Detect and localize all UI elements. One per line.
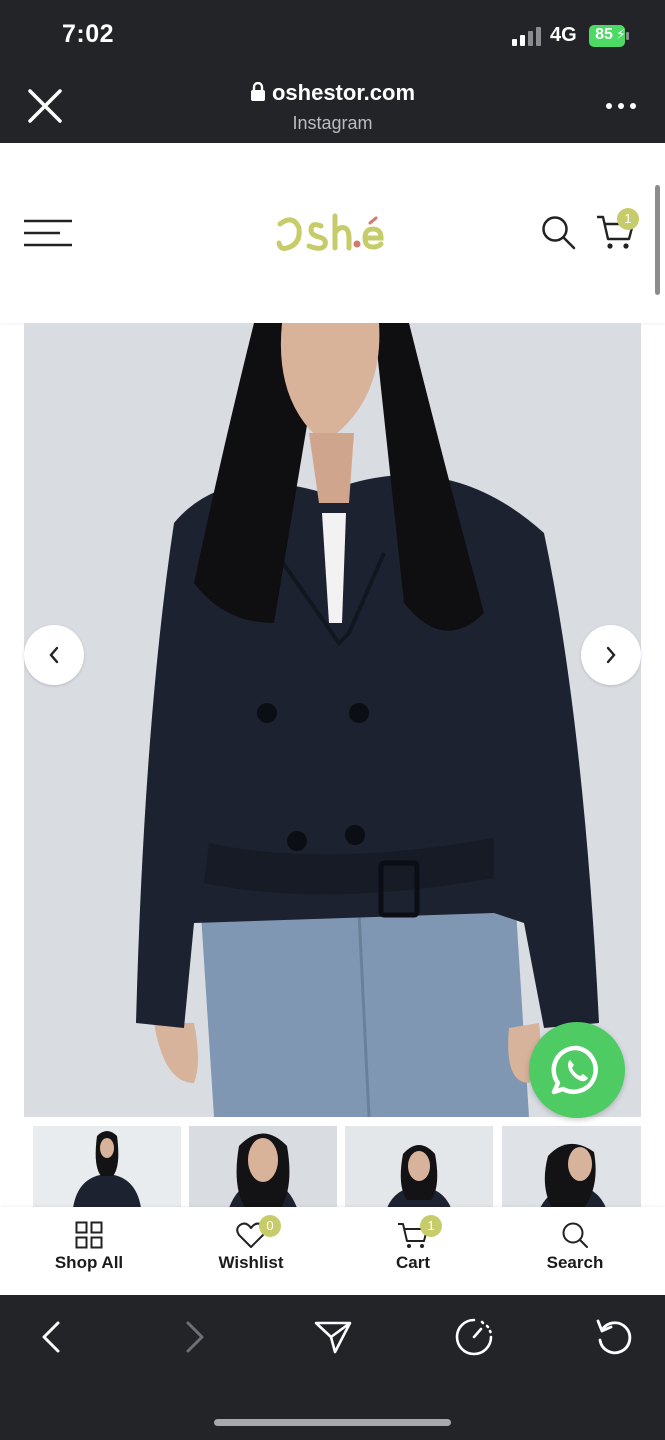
search-icon [562, 1222, 588, 1248]
shop-all-label: Shop All [54, 1253, 124, 1272]
scrollbar[interactable] [655, 185, 660, 295]
wishlist-count-badge: 0 [259, 1215, 281, 1237]
speed-timer-icon[interactable] [452, 1315, 496, 1359]
url-text: oshestor.com [271, 80, 416, 105]
signal-icon [512, 27, 541, 46]
search-tab[interactable]: Search [515, 1207, 635, 1295]
whatsapp-chat-button[interactable] [529, 1022, 625, 1118]
wishlist-label: Wishlist [218, 1253, 284, 1272]
forward-arrow-icon[interactable] [172, 1315, 216, 1359]
shop-all-tab[interactable]: Shop All [29, 1207, 149, 1295]
product-thumbnail[interactable] [502, 1126, 641, 1208]
wishlist-tab[interactable]: Wishlist [191, 1207, 311, 1295]
whatsapp-icon [551, 1045, 598, 1095]
search-icon[interactable] [540, 214, 576, 250]
product-image [24, 323, 641, 1117]
product-thumbnail[interactable] [345, 1126, 493, 1208]
chevron-left-icon [49, 646, 59, 664]
share-send-icon[interactable] [311, 1315, 355, 1359]
hamburger-menu-icon[interactable] [24, 219, 72, 247]
battery-level: 85 [595, 26, 613, 43]
charging-bolt-icon: ⚡ [616, 26, 626, 42]
next-image-button[interactable] [581, 625, 641, 685]
previous-image-button[interactable] [24, 625, 84, 685]
network-type: 4G [550, 24, 577, 46]
close-icon[interactable] [27, 88, 63, 124]
lock-icon [250, 82, 265, 101]
url-bar[interactable]: oshestor.com [200, 80, 465, 106]
cart-count-badge: 1 [617, 208, 639, 230]
home-indicator [214, 1419, 451, 1426]
grid-icon [75, 1221, 103, 1249]
chevron-right-icon [606, 646, 616, 664]
cart-tab[interactable]: Cart [353, 1207, 473, 1295]
logo[interactable] [275, 208, 390, 258]
status-time: 7:02 [62, 20, 115, 48]
browser-source: Instagram [292, 113, 373, 133]
reload-icon[interactable] [592, 1315, 636, 1359]
cart-label: Cart [395, 1253, 430, 1272]
product-thumbnail[interactable] [33, 1126, 181, 1208]
cart-tab-count-badge: 1 [420, 1215, 442, 1237]
battery-icon: 85 ⚡ [589, 25, 629, 47]
more-options-icon[interactable] [604, 98, 638, 114]
product-thumbnail[interactable] [189, 1126, 337, 1208]
search-label: Search [546, 1253, 604, 1272]
back-arrow-icon[interactable] [30, 1315, 74, 1359]
